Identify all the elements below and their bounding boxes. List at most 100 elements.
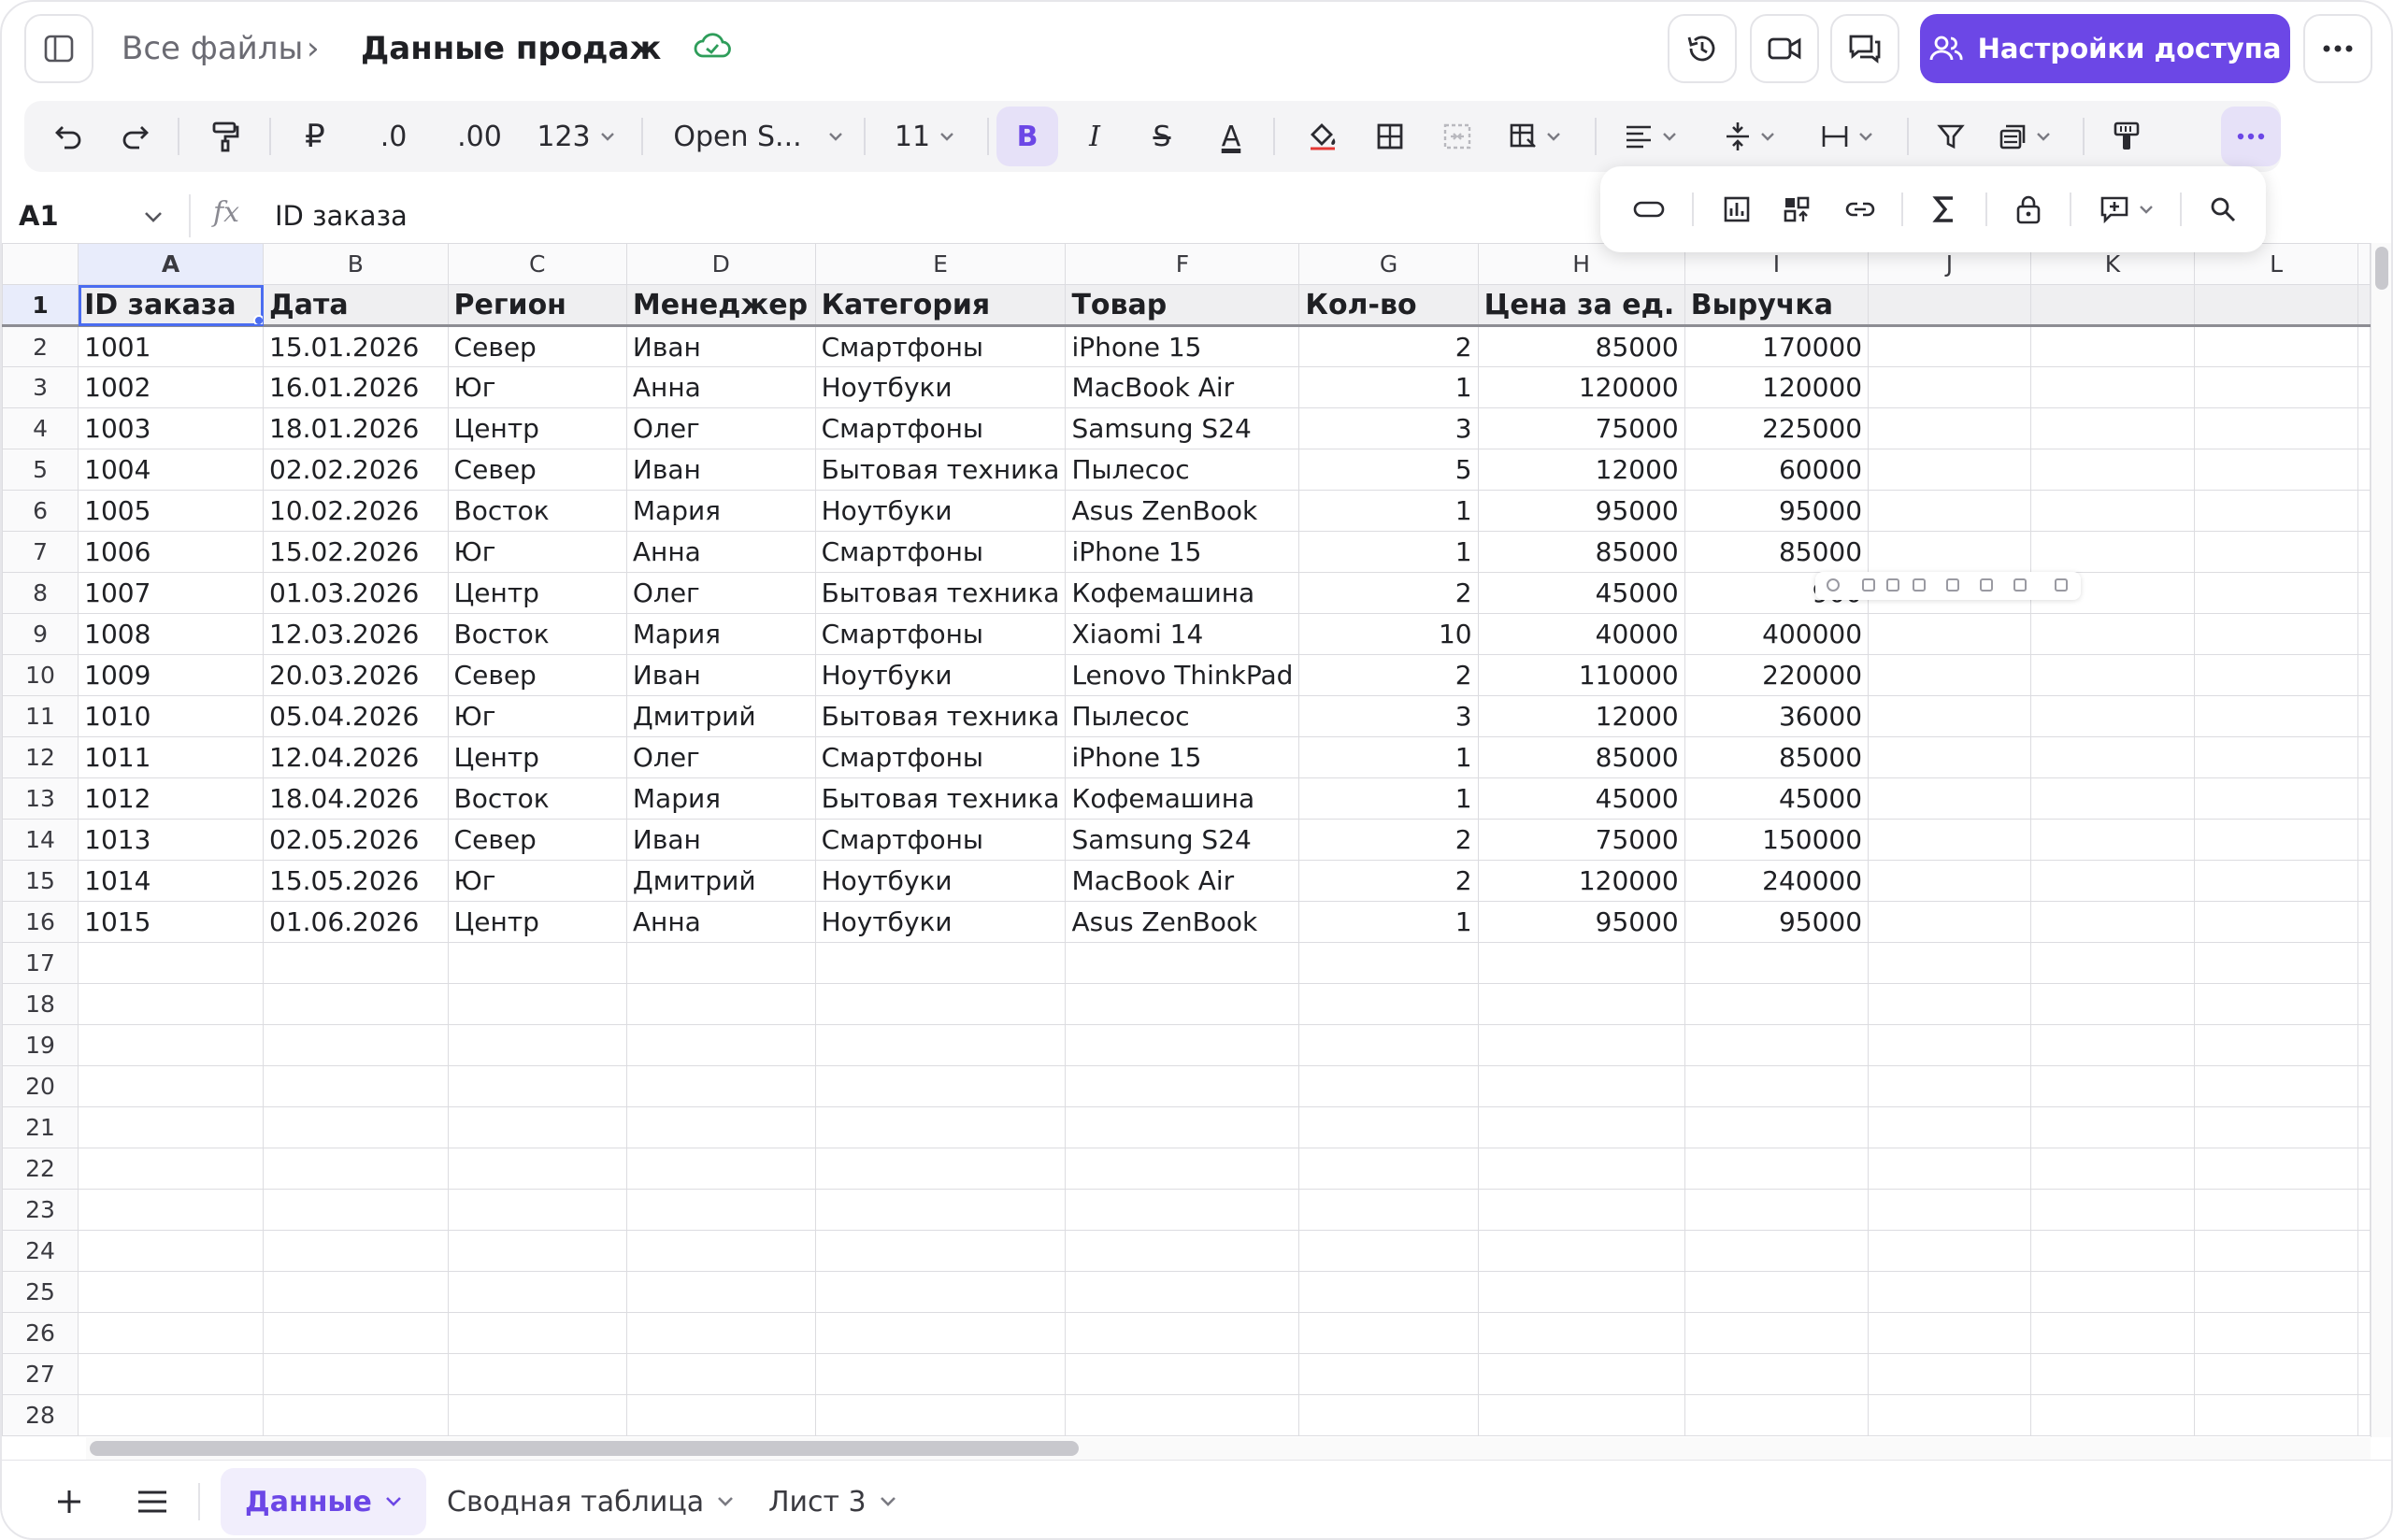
grid-cell[interactable]: 1015: [78, 901, 264, 943]
grid-cell[interactable]: 75000: [1477, 407, 1685, 449]
grid-cell[interactable]: [2194, 490, 2358, 532]
grid-cell[interactable]: [1868, 531, 2031, 573]
grid-cell[interactable]: [1477, 1312, 1685, 1354]
column-header[interactable]: D: [625, 243, 816, 285]
grid-cell[interactable]: [2194, 1106, 2358, 1148]
grid-cell[interactable]: [625, 1024, 816, 1066]
grid-cell[interactable]: [814, 1189, 1067, 1231]
vertical-scrollbar[interactable]: [2371, 243, 2391, 1437]
grid-cell[interactable]: [625, 983, 816, 1025]
insert-pivot-button[interactable]: [1769, 166, 1825, 252]
grid-cell[interactable]: [814, 1065, 1067, 1107]
grid-cell[interactable]: [1298, 942, 1479, 984]
grid-cell[interactable]: 225000: [1684, 407, 1870, 449]
grid-cell[interactable]: Смартфоны: [814, 325, 1067, 367]
grid-cell[interactable]: [1298, 1148, 1479, 1190]
redo-button[interactable]: [108, 101, 163, 172]
vertical-scroll-thumb[interactable]: [2375, 247, 2388, 290]
grid-cell[interactable]: [1298, 1312, 1479, 1354]
grid-cell[interactable]: Смартфоны: [814, 613, 1067, 655]
row-header[interactable]: 14: [2, 819, 79, 861]
grid-cell[interactable]: [2194, 284, 2358, 327]
grid-cell[interactable]: [2029, 819, 2196, 861]
grid-cell[interactable]: [1868, 490, 2031, 532]
grid-cell[interactable]: Категория: [814, 284, 1067, 327]
grid-cell[interactable]: [1868, 695, 2031, 737]
grid-cell[interactable]: [1298, 1271, 1479, 1313]
grid-cell[interactable]: [447, 942, 627, 984]
column-header[interactable]: C: [447, 243, 627, 285]
number-format-dropdown[interactable]: 123: [529, 101, 623, 172]
grid-cell[interactable]: [1065, 1189, 1300, 1231]
grid-cell[interactable]: [1868, 1394, 2031, 1436]
grid-cell[interactable]: [2357, 942, 2371, 984]
grid-cell[interactable]: [1298, 1394, 1479, 1436]
grid-cell[interactable]: [2357, 1189, 2371, 1231]
grid-cell[interactable]: iPhone 15: [1065, 531, 1300, 573]
sheet-list-button[interactable]: [112, 1468, 193, 1535]
grid-cell[interactable]: [2029, 449, 2196, 491]
grid-cell[interactable]: [447, 1312, 627, 1354]
grid-cell[interactable]: Восток: [447, 613, 627, 655]
table-view-dropdown[interactable]: [1987, 101, 2062, 172]
grid-cell[interactable]: [2357, 1065, 2371, 1107]
grid-cell[interactable]: [1868, 983, 2031, 1025]
grid-cell[interactable]: 36000: [1684, 695, 1870, 737]
grid-cell[interactable]: [447, 983, 627, 1025]
grid-cell[interactable]: 45000: [1477, 777, 1685, 820]
grid-cell[interactable]: Цена за ед.: [1477, 284, 1685, 327]
grid-cell[interactable]: [2357, 366, 2371, 408]
grid-cell[interactable]: Север: [447, 819, 627, 861]
italic-button[interactable]: I: [1068, 101, 1122, 172]
insert-function-button[interactable]: [1916, 166, 1972, 252]
sidebar-toggle-button[interactable]: [24, 14, 93, 83]
grid-cell[interactable]: [2029, 490, 2196, 532]
grid-cell[interactable]: [1868, 860, 2031, 902]
decrease-decimal-button[interactable]: .0: [361, 101, 426, 172]
grid-cell[interactable]: Юг: [447, 695, 627, 737]
grid-cell[interactable]: [625, 1312, 816, 1354]
grid-cell[interactable]: [1868, 1189, 2031, 1231]
grid-cell[interactable]: [263, 1189, 449, 1231]
grid-cell[interactable]: 12000: [1477, 449, 1685, 491]
grid-cell[interactable]: [1684, 1024, 1870, 1066]
row-header[interactable]: 15: [2, 860, 79, 902]
row-header[interactable]: 16: [2, 901, 79, 943]
grid-cell[interactable]: [263, 1024, 449, 1066]
grid-cell[interactable]: [1868, 942, 2031, 984]
grid-cell[interactable]: 85000: [1477, 531, 1685, 573]
grid-cell[interactable]: Менеджер: [625, 284, 816, 327]
grid-cell[interactable]: 2: [1298, 572, 1479, 614]
grid-cell[interactable]: [1065, 983, 1300, 1025]
grid-cell[interactable]: [2357, 777, 2371, 820]
grid-cell[interactable]: [1298, 1353, 1479, 1395]
grid-cell[interactable]: [1477, 1189, 1685, 1231]
grid-cell[interactable]: [2357, 736, 2371, 778]
add-comment-dropdown[interactable]: [2085, 166, 2169, 252]
grid-cell[interactable]: [2194, 654, 2358, 696]
grid-cell[interactable]: [78, 1312, 264, 1354]
chevron-down-icon[interactable]: [144, 211, 163, 222]
selected-cell[interactable]: ID заказа: [78, 284, 264, 327]
grid-cell[interactable]: 1001: [78, 325, 264, 367]
grid-cell[interactable]: [447, 1024, 627, 1066]
grid-cell[interactable]: [2194, 613, 2358, 655]
grid-cell[interactable]: [625, 1271, 816, 1313]
grid-cell[interactable]: 60000: [1684, 449, 1870, 491]
grid-cell[interactable]: [1868, 325, 2031, 367]
row-header[interactable]: 11: [2, 695, 79, 737]
grid-cell[interactable]: [625, 942, 816, 984]
grid-cell[interactable]: Xiaomi 14: [1065, 613, 1300, 655]
row-header[interactable]: 18: [2, 983, 79, 1025]
currency-format-button[interactable]: ₽: [288, 101, 342, 172]
grid-cell[interactable]: Мария: [625, 490, 816, 532]
cell-reference[interactable]: A1: [19, 200, 59, 232]
grid-cell[interactable]: [2029, 1189, 2196, 1231]
grid-cell[interactable]: [1868, 819, 2031, 861]
grid-cell[interactable]: Samsung S24: [1065, 407, 1300, 449]
grid-cell[interactable]: 15.02.2026: [263, 531, 449, 573]
grid-cell[interactable]: [2357, 490, 2371, 532]
grid-cell[interactable]: [263, 1271, 449, 1313]
grid-cell[interactable]: [1684, 1065, 1870, 1107]
grid-cell[interactable]: [625, 1189, 816, 1231]
